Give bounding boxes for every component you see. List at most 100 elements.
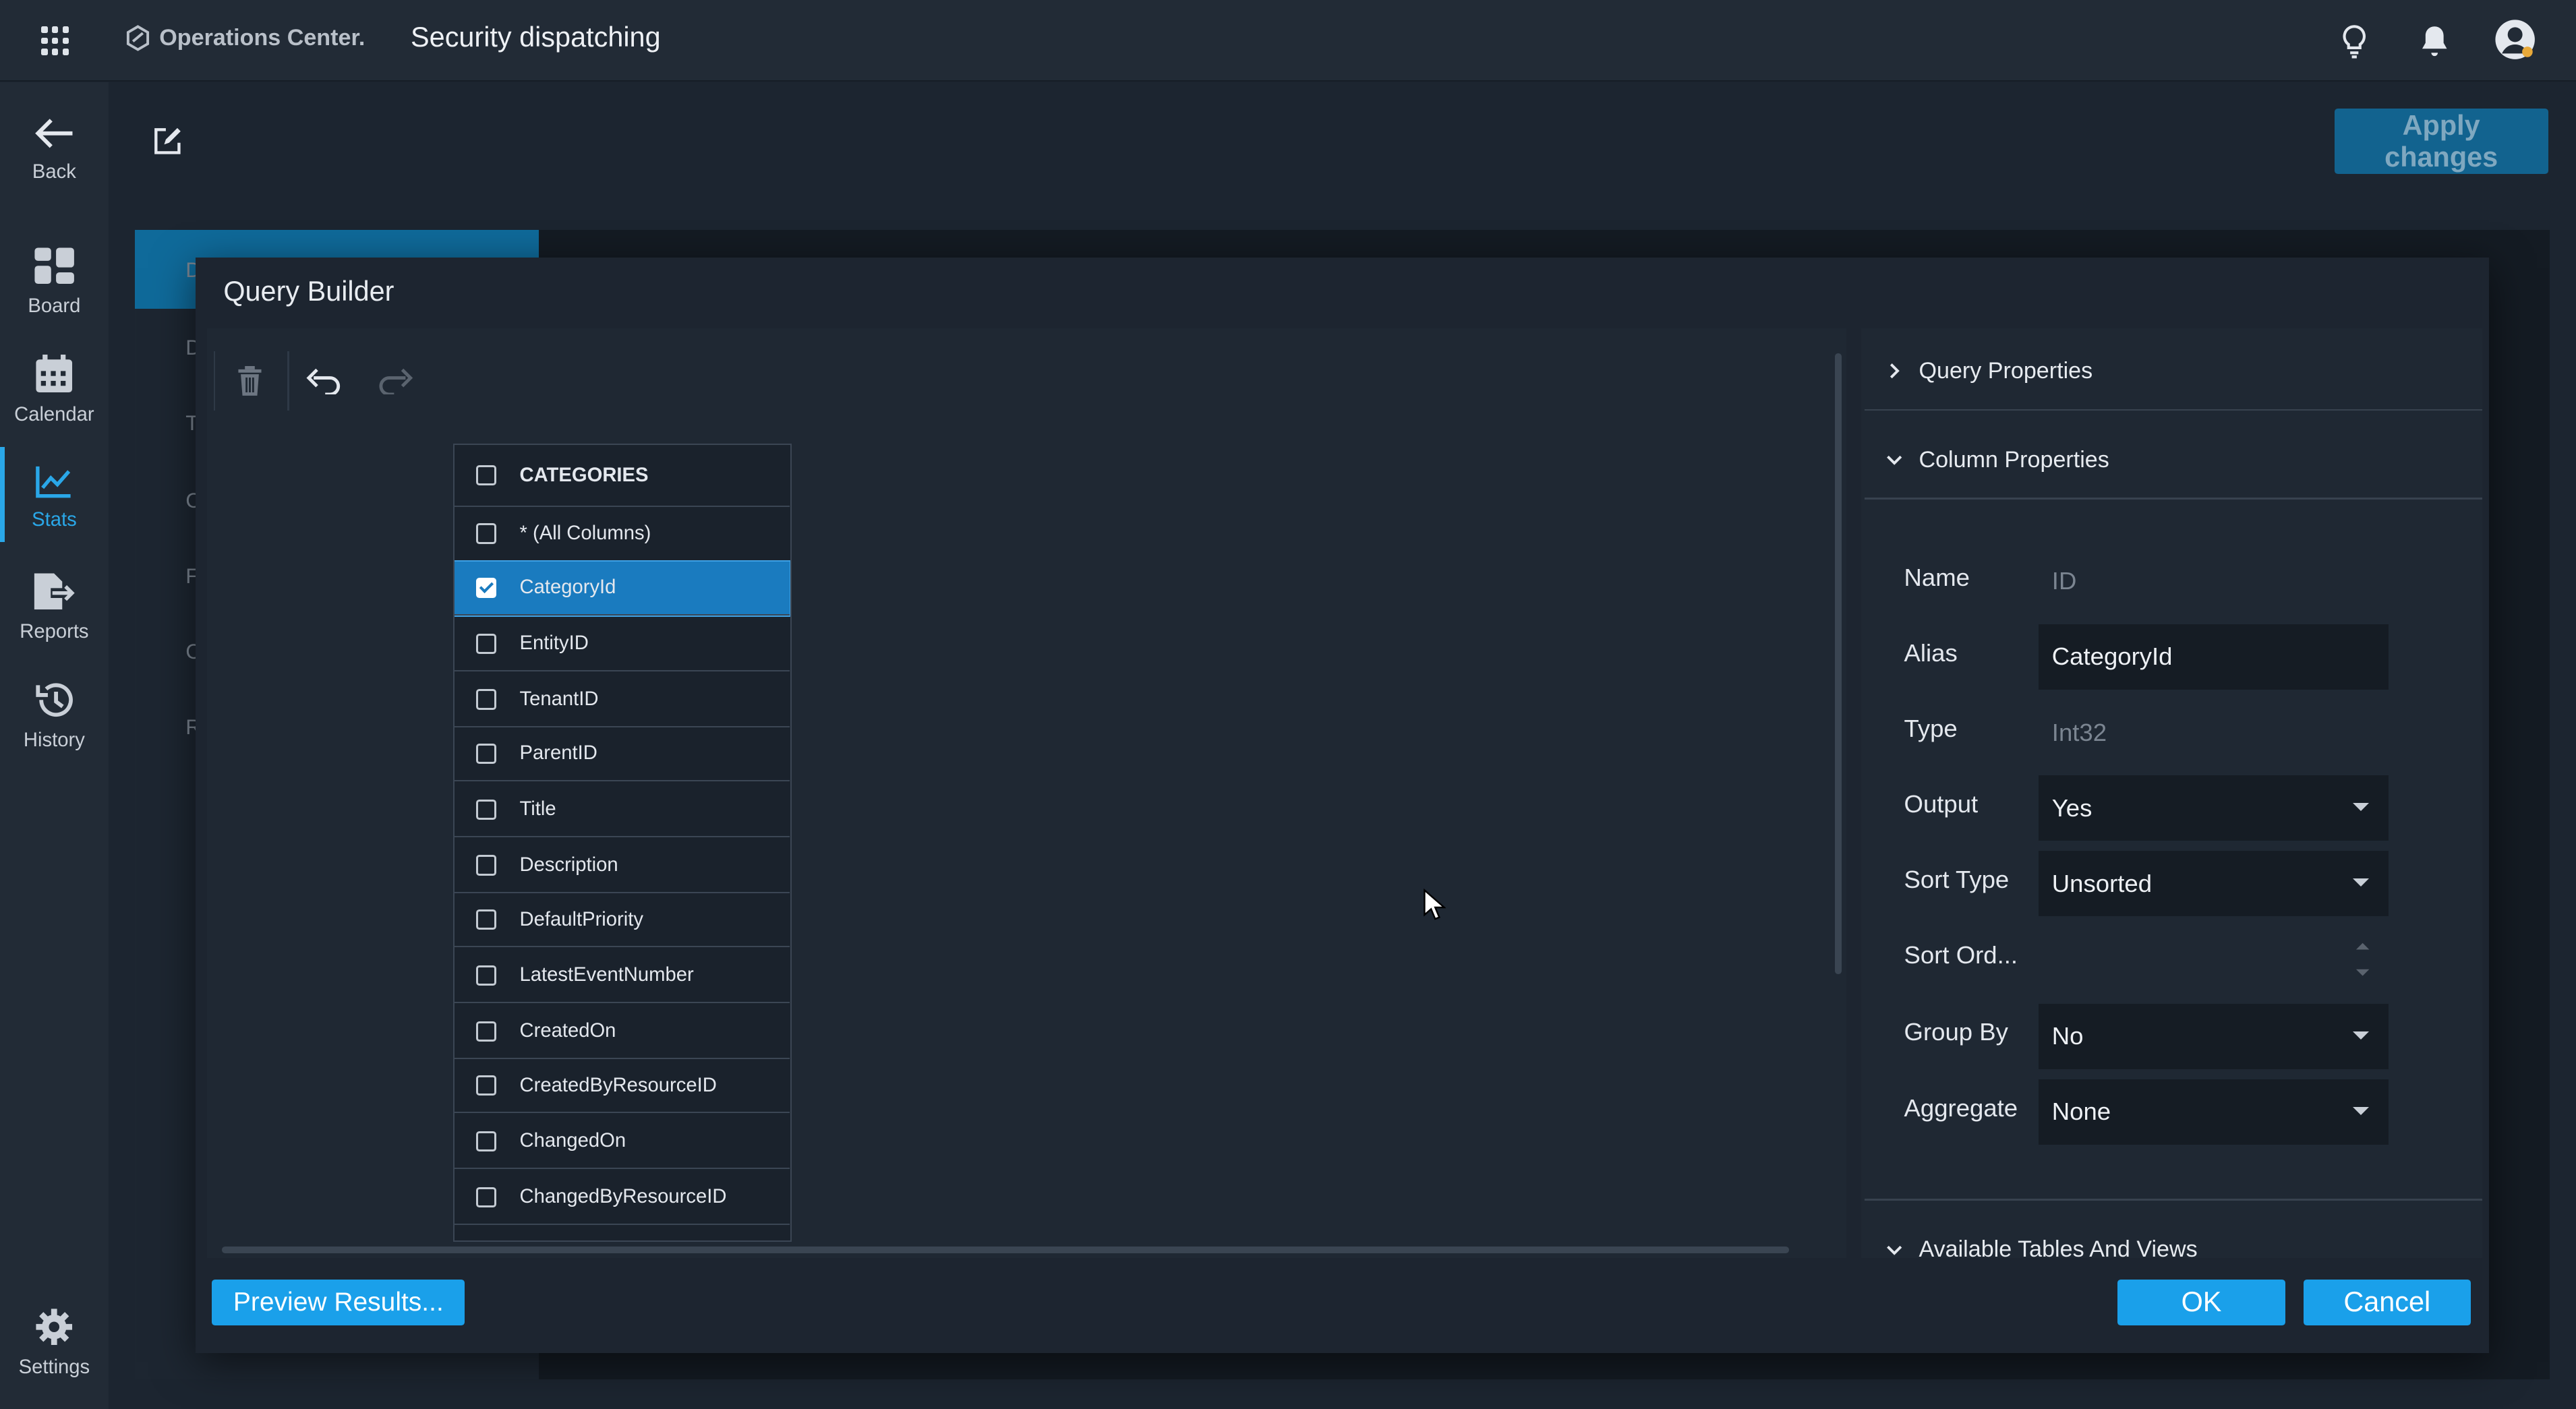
dialog-title: Query Builder <box>223 276 394 307</box>
chevron-down-icon <box>2352 803 2369 812</box>
column-row[interactable]: TenantID <box>455 673 790 727</box>
chevron-down-icon <box>2352 878 2369 887</box>
cancel-button[interactable]: Cancel <box>2303 1279 2471 1325</box>
output-select[interactable]: Yes <box>2039 775 2389 841</box>
type-value: Int32 <box>2051 718 2107 746</box>
bell-icon[interactable] <box>2415 22 2454 61</box>
delete-icon[interactable] <box>217 348 283 413</box>
sort-type-select[interactable]: Unsorted <box>2039 850 2389 917</box>
canvas-toolbar <box>214 348 428 413</box>
page-title: Security dispatching <box>411 21 661 53</box>
sidebar-item-label: History <box>23 729 85 751</box>
divider <box>1865 498 2483 500</box>
sidebar-item-calendar[interactable]: Calendar <box>0 355 109 426</box>
edit-icon[interactable] <box>151 125 184 158</box>
aggregate-label: Aggregate <box>1904 1093 2018 1122</box>
checkbox[interactable] <box>476 965 497 986</box>
column-row[interactable]: Title <box>455 783 790 837</box>
alias-label: Alias <box>1904 638 1958 667</box>
chevron-right-icon <box>1890 363 1900 379</box>
checkbox[interactable] <box>476 855 497 876</box>
redo-icon[interactable] <box>363 348 428 413</box>
gear-icon <box>36 1309 73 1346</box>
checkbox[interactable] <box>476 689 497 710</box>
column-label: CategoryId <box>519 576 616 599</box>
sidebar-item-label: Calendar <box>14 404 94 426</box>
sidebar-item-label: Settings <box>18 1356 90 1379</box>
apply-changes-button[interactable]: Apply changes <box>2334 108 2548 175</box>
aggregate-value: None <box>2051 1098 2111 1126</box>
checkbox[interactable] <box>476 909 497 930</box>
stepper-arrows-icon[interactable] <box>2353 936 2372 982</box>
table-name: CATEGORIES <box>519 464 649 486</box>
column-row[interactable]: ParentID <box>455 727 790 782</box>
column-row-selected[interactable]: CategoryId <box>455 560 791 618</box>
app-logo: Operations Center. <box>125 25 365 51</box>
column-row[interactable]: EntityID <box>455 618 790 671</box>
column-row[interactable]: DefaultPriority <box>455 893 790 948</box>
sidebar-item-history[interactable]: History <box>0 680 109 752</box>
column-row[interactable]: ChangedByResourceID <box>455 1171 790 1225</box>
type-field: Int32 <box>2039 699 2389 766</box>
output-value: Yes <box>2051 793 2092 822</box>
group-by-select[interactable]: No <box>2039 1003 2389 1069</box>
column-row[interactable]: CreatedOn <box>455 1005 790 1059</box>
query-properties-section[interactable]: Query Properties <box>1886 358 2092 384</box>
avatar[interactable] <box>2494 18 2536 61</box>
checkbox[interactable] <box>476 633 497 654</box>
vertical-scrollbar[interactable] <box>1835 353 1842 974</box>
sort-type-label: Sort Type <box>1904 865 2010 893</box>
column-label: Description <box>519 854 618 876</box>
column-row[interactable]: * (All Columns) <box>455 507 790 562</box>
column-row[interactable]: Description <box>455 839 790 893</box>
group-by-label: Group By <box>1904 1018 2008 1046</box>
checkbox-checked[interactable] <box>476 577 497 599</box>
column-properties-section[interactable]: Column Properties <box>1886 447 2109 473</box>
checkbox[interactable] <box>476 799 497 820</box>
table-node-categories[interactable]: CATEGORIES * (All Columns) CategoryId En… <box>453 443 792 1242</box>
lightbulb-icon[interactable] <box>2335 22 2374 61</box>
column-label: ChangedOn <box>519 1130 626 1152</box>
column-label: DefaultPriority <box>519 908 644 930</box>
chevron-down-icon <box>2352 1106 2369 1115</box>
column-label: CreatedOn <box>519 1020 616 1042</box>
alias-input[interactable]: CategoryId <box>2039 624 2389 690</box>
sidebar: Back Board Calendar Stats Reports Histor… <box>0 82 109 1409</box>
history-icon <box>36 682 73 717</box>
sidebar-item-stats[interactable]: Stats <box>0 446 109 541</box>
checkbox[interactable] <box>476 464 497 486</box>
ok-button[interactable]: OK <box>2117 1279 2285 1325</box>
checkbox[interactable] <box>476 1131 497 1152</box>
checkbox[interactable] <box>476 1187 497 1207</box>
sidebar-item-label: Back <box>32 160 76 183</box>
sort-order-stepper[interactable] <box>2039 926 2389 992</box>
sidebar-item-label: Board <box>28 295 81 318</box>
column-row[interactable]: ChangedOn <box>455 1115 790 1170</box>
column-row[interactable]: CreatedByResourceID <box>455 1059 790 1114</box>
section-title: Column Properties <box>1919 446 2109 473</box>
column-row[interactable]: LatestEventNumber <box>455 949 790 1004</box>
table-header[interactable]: CATEGORIES <box>455 445 790 508</box>
divider <box>1865 1199 2483 1201</box>
sidebar-item-board[interactable]: Board <box>0 246 109 318</box>
checkbox[interactable] <box>476 523 497 544</box>
top-bar <box>0 0 2576 82</box>
sidebar-item-back[interactable]: Back <box>0 115 109 183</box>
preview-results-button[interactable]: Preview Results... <box>212 1279 465 1325</box>
stats-icon <box>36 466 71 498</box>
divider <box>1865 409 2483 411</box>
aggregate-select[interactable]: None <box>2039 1079 2389 1145</box>
column-label: TenantID <box>519 688 599 711</box>
reports-icon <box>34 573 75 609</box>
checkbox[interactable] <box>476 1075 497 1096</box>
horizontal-scrollbar[interactable] <box>221 1247 1789 1253</box>
back-arrow-icon <box>34 118 73 148</box>
sidebar-item-settings[interactable]: Settings <box>0 1307 109 1379</box>
app-launcher-icon[interactable] <box>36 23 69 56</box>
sidebar-item-reports[interactable]: Reports <box>0 572 109 643</box>
undo-icon[interactable] <box>291 348 356 413</box>
calendar-icon <box>36 355 73 393</box>
checkbox[interactable] <box>476 1021 497 1042</box>
checkbox[interactable] <box>476 743 497 765</box>
chevron-down-icon <box>1886 455 1902 465</box>
